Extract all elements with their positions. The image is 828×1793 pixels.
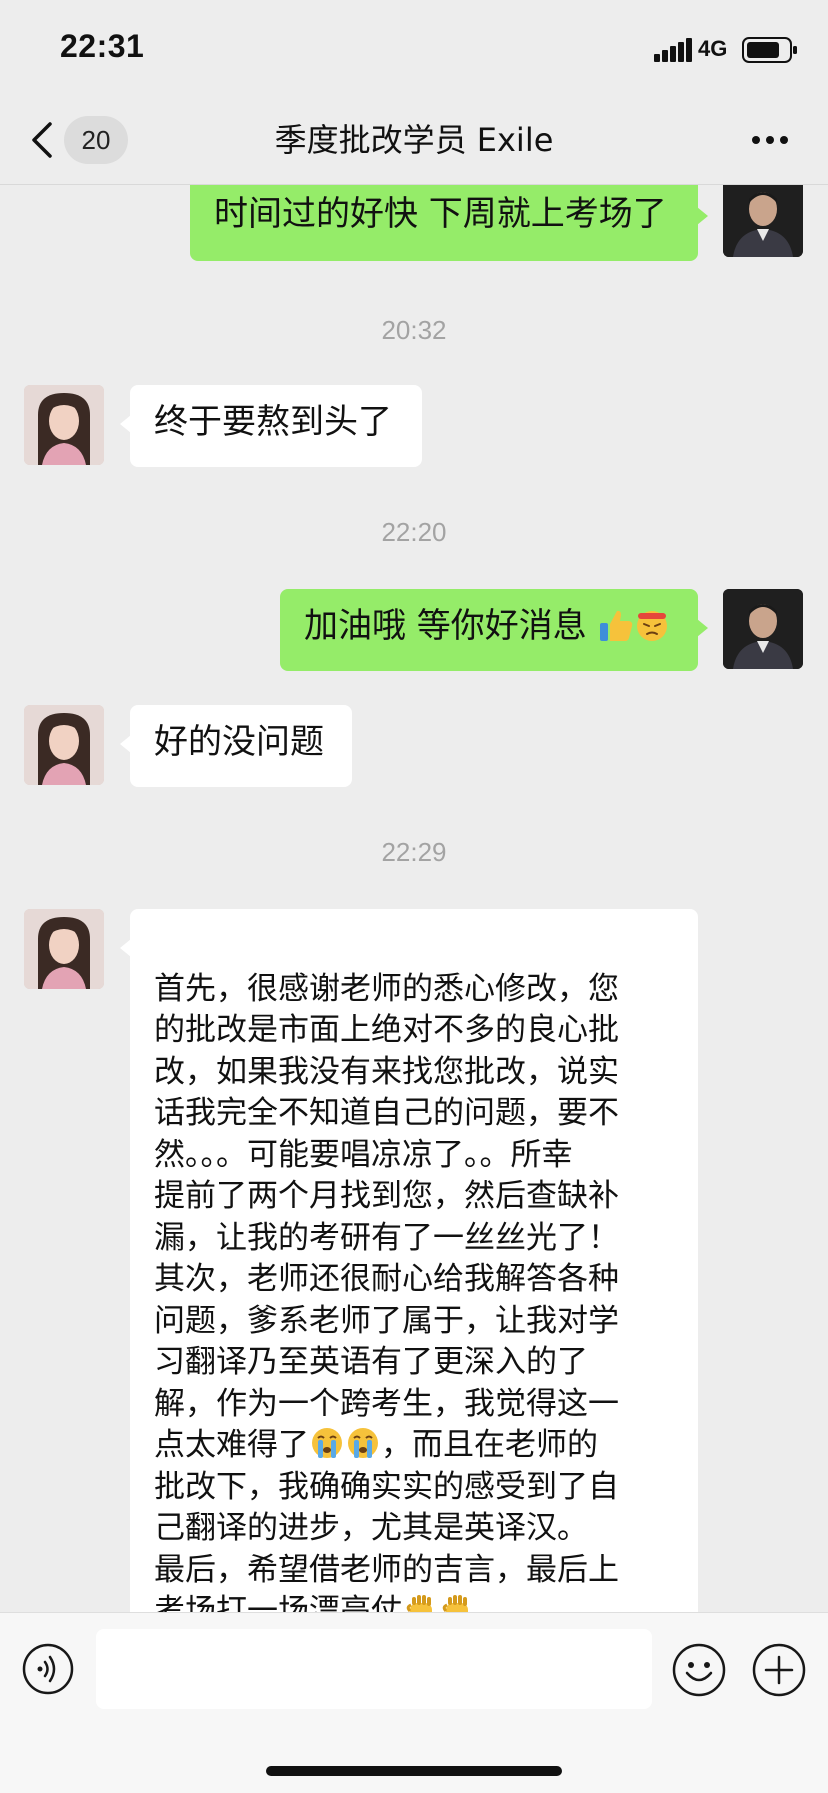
man-portrait-icon	[723, 589, 803, 669]
determined-face-icon	[636, 611, 667, 641]
voice-icon[interactable]	[22, 1643, 74, 1695]
peer-avatar[interactable]	[24, 385, 104, 465]
woman-portrait-icon	[24, 385, 104, 465]
message-text: 好的没问题	[154, 722, 324, 762]
message-bubble-sent[interactable]: 时间过的好快 下周就上考场了	[190, 185, 708, 261]
peer-avatar[interactable]	[24, 705, 104, 785]
home-indicator[interactable]	[266, 1766, 562, 1776]
raised-fist-icon	[442, 1595, 468, 1612]
crying-face-icon	[348, 1428, 378, 1458]
thumbs-up-icon	[599, 610, 632, 641]
woman-portrait-icon	[24, 909, 104, 989]
network-type: 4G	[698, 36, 728, 61]
message-text: 加油哦 等你好消息	[304, 606, 587, 646]
status-bar: 22:31 4G	[0, 0, 828, 96]
message-timestamp: 22:20	[381, 517, 447, 547]
chevron-left-icon[interactable]	[30, 120, 54, 160]
message-text: 时间过的好快 下周就上考场了	[214, 194, 667, 234]
more-dots-icon[interactable]	[750, 132, 790, 148]
battery-icon	[742, 37, 797, 63]
peer-avatar[interactable]	[24, 909, 104, 989]
message-text: 首先，很感谢老师的悉心修改，您 的批改是市面上绝对不多的良心批 改，如果我没有来…	[154, 970, 619, 1464]
message-bubble-received[interactable]: 首先，很感谢老师的悉心修改，您 的批改是市面上绝对不多的良心批 改，如果我没有来…	[120, 909, 698, 1612]
message-timestamp: 22:29	[381, 837, 447, 867]
status-time: 22:31	[60, 28, 145, 64]
chat-title: 季度批改学员 Exile	[274, 121, 554, 159]
chat-message-list[interactable]: 时间过的好快 下周就上考场了 20:32 终于要熬到头了 22:20 加油哦 等…	[0, 185, 828, 1612]
unread-count-badge[interactable]: 20	[64, 116, 128, 164]
chat-header: 20 季度批改学员 Exile	[0, 96, 828, 185]
woman-portrait-icon	[24, 705, 104, 785]
raised-fist-icon	[406, 1595, 432, 1612]
smiley-icon[interactable]	[672, 1643, 726, 1697]
message-timestamp: 20:32	[381, 315, 447, 345]
message-bubble-received[interactable]: 好的没问题	[120, 705, 352, 787]
message-bubble-sent[interactable]: 加油哦 等你好消息	[280, 589, 708, 671]
plus-circle-icon[interactable]	[752, 1643, 806, 1697]
my-avatar[interactable]	[723, 185, 803, 257]
cellular-signal-icon	[654, 38, 692, 62]
message-bubble-received[interactable]: 终于要熬到头了	[120, 385, 422, 467]
my-avatar[interactable]	[723, 589, 803, 669]
message-text: 终于要熬到头了	[154, 402, 392, 442]
man-portrait-icon	[723, 185, 803, 257]
crying-face-icon	[312, 1428, 342, 1458]
message-input[interactable]	[96, 1629, 652, 1709]
